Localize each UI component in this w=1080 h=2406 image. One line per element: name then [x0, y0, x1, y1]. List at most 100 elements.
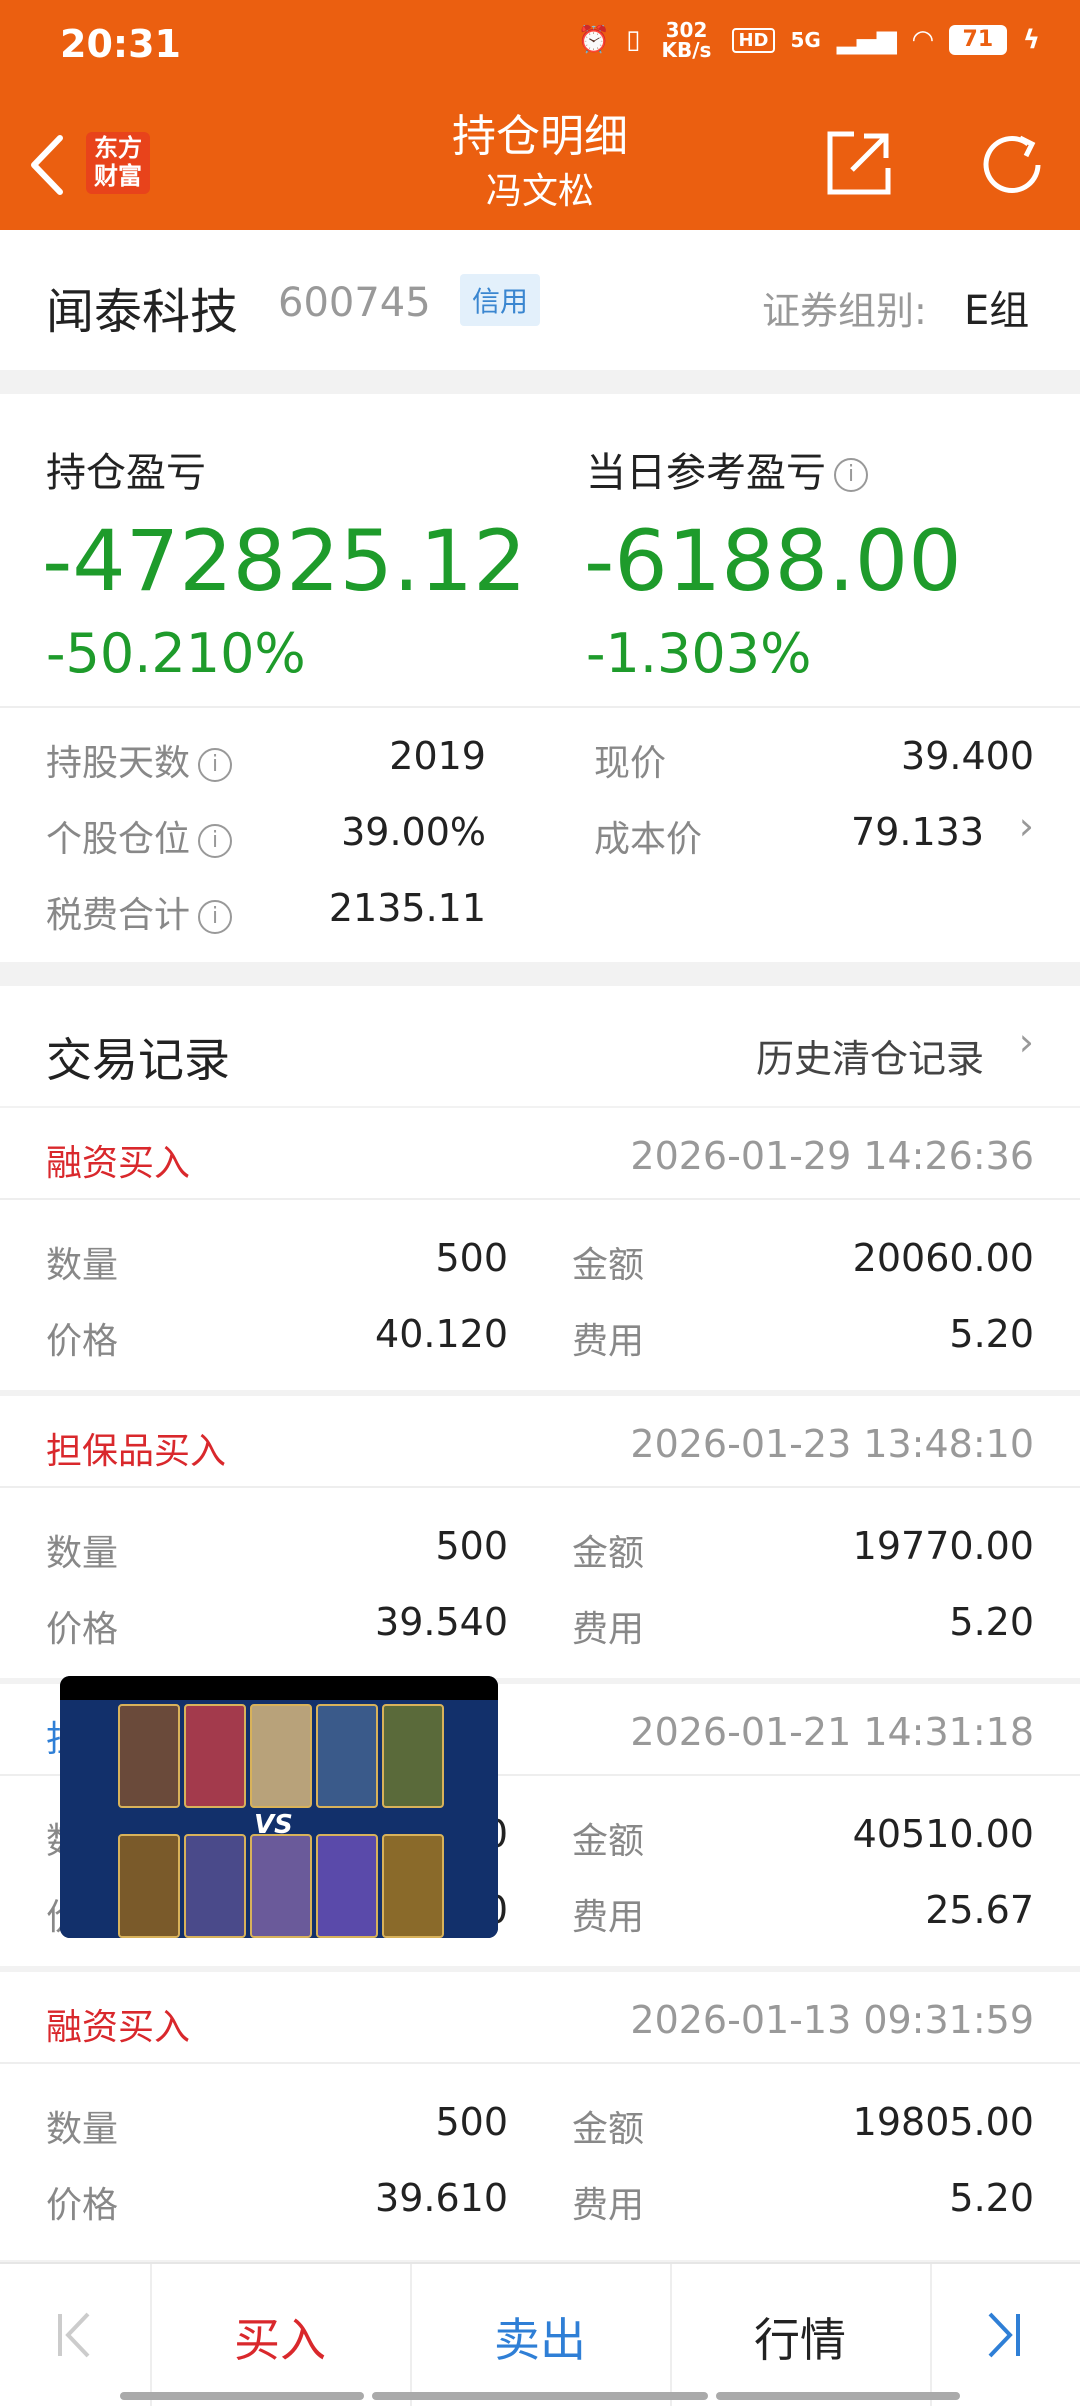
trade-record[interactable]: 融资买入 2026-01-13 09:31:59 数量 500 金额 19805…	[0, 1972, 1080, 2260]
buy-button[interactable]: 买入	[150, 2304, 410, 2370]
qty-label: 数量	[46, 2109, 119, 2150]
stock-code: 600745	[278, 280, 431, 326]
hero-card	[118, 1834, 180, 1938]
sell-button[interactable]: 卖出	[410, 2304, 670, 2370]
info-icon[interactable]: i	[834, 458, 868, 492]
trade-time: 2026-01-21 14:31:18	[630, 1710, 1034, 1754]
fee-label-text: 税费合计	[46, 895, 191, 936]
signal-icon: ▂▄▆	[836, 25, 897, 55]
info-icon[interactable]: i	[198, 748, 233, 782]
battery-level: 71	[948, 25, 1007, 55]
status-icons: ⏰ ▯ 302 KB/s HD 5G ▂▄▆ ◠ 71 ϟ	[578, 20, 1040, 60]
cost-value[interactable]: 79.133	[851, 810, 984, 854]
day-pl-label: 当日参考盈亏 i	[586, 440, 868, 498]
days-value: 2019	[389, 734, 486, 778]
amount-value: 19770.00	[852, 1524, 1034, 1568]
position-label-text: 个股仓位	[46, 819, 191, 860]
price-value: 40.120	[375, 1312, 508, 1356]
info-icon[interactable]: i	[198, 900, 233, 934]
fee-label: 费用	[572, 2185, 645, 2226]
price-value: 39.610	[375, 2176, 508, 2220]
qty-label: 数量	[46, 1533, 119, 1574]
trades-title: 交易记录	[46, 1033, 230, 1087]
fee-label: 税费合计 i	[46, 886, 233, 938]
amount-label: 金额	[572, 2109, 645, 2150]
pip-title-bar[interactable]	[60, 1676, 498, 1700]
days-label: 持股天数 i	[46, 734, 233, 786]
wifi-icon: ◠	[912, 25, 933, 55]
trade-type: 融资买入	[46, 1143, 191, 1184]
trade-time: 2026-01-13 09:31:59	[630, 1998, 1034, 2042]
account-name: 冯文松	[485, 171, 594, 212]
group-label: 证券组别:	[762, 289, 927, 333]
days-label-text: 持股天数	[46, 743, 191, 784]
amount-label: 金额	[572, 1533, 645, 1574]
alarm-icon: ⏰	[577, 25, 611, 55]
share-icon[interactable]	[824, 128, 894, 198]
history-link[interactable]: 历史清仓记录	[756, 1028, 984, 1083]
hero-card	[184, 1704, 246, 1808]
hero-card	[316, 1834, 378, 1938]
bottom-action-bar: 买入 卖出 行情	[0, 2262, 1080, 2406]
hero-card	[184, 1834, 246, 1938]
gesture-bar	[120, 2392, 364, 2400]
chevron-right-icon[interactable]: ›	[1019, 1020, 1034, 1064]
trade-type: 融资买入	[46, 2007, 191, 2048]
hero-card	[382, 1704, 444, 1808]
fee-value: 2135.11	[328, 886, 486, 930]
amount-value: 19805.00	[852, 2100, 1034, 2144]
day-pl-label-text: 当日参考盈亏	[586, 450, 826, 496]
first-page-icon[interactable]	[54, 2308, 94, 2362]
trade-record[interactable]: 融资买入 2026-01-29 14:26:36 数量 500 金额 20060…	[0, 1108, 1080, 1390]
price-label: 现价	[594, 743, 667, 784]
gesture-bar	[716, 2392, 960, 2400]
chevron-right-icon[interactable]: ›	[1019, 804, 1034, 848]
day-pl-value: -6188.00	[584, 512, 962, 610]
stock-name: 闻泰科技	[46, 284, 239, 340]
amount-label: 金额	[572, 1821, 645, 1862]
cost-label: 成本价	[594, 819, 703, 860]
qty-label: 数量	[46, 1245, 119, 1286]
price-value: 39.540	[375, 1600, 508, 1644]
market-button[interactable]: 行情	[670, 2304, 930, 2370]
day-pl-pct: -1.303%	[586, 622, 812, 685]
amount-value: 40510.00	[852, 1812, 1034, 1856]
hold-pl-pct: -50.210%	[46, 622, 306, 685]
info-icon[interactable]: i	[198, 824, 233, 858]
trade-time: 2026-01-23 13:48:10	[630, 1422, 1034, 1466]
network-type: 5G	[790, 28, 821, 52]
hero-card	[316, 1704, 378, 1808]
price-label: 价格	[46, 1609, 119, 1650]
hero-card	[118, 1704, 180, 1808]
page-title: 持仓明细	[452, 111, 628, 162]
pip-video-overlay[interactable]: VS	[60, 1676, 498, 1938]
trade-time: 2026-01-29 14:26:36	[630, 1134, 1034, 1178]
hero-card	[382, 1834, 444, 1938]
hd-icon: HD	[732, 27, 775, 53]
vibrate-icon: ▯	[626, 25, 641, 55]
hero-card	[250, 1704, 312, 1808]
fee-value: 5.20	[949, 1600, 1034, 1644]
stock-info-card: 闻泰科技 600745 信用 证券组别: E组	[0, 230, 1080, 370]
position-value: 39.00%	[341, 810, 486, 854]
price-label: 价格	[46, 1321, 119, 1362]
last-page-icon[interactable]	[984, 2308, 1024, 2362]
gesture-bar	[372, 2392, 708, 2400]
qty-value: 500	[435, 1236, 508, 1280]
fee-label: 费用	[572, 1897, 645, 1938]
amount-value: 20060.00	[852, 1236, 1034, 1280]
fee-value: 25.67	[925, 1888, 1034, 1932]
qty-value: 500	[435, 1524, 508, 1568]
refresh-icon[interactable]	[976, 128, 1050, 202]
trades-header: 交易记录 历史清仓记录 ›	[0, 986, 1080, 1106]
fee-value: 5.20	[949, 1312, 1034, 1356]
fee-label: 费用	[572, 1609, 645, 1650]
hero-card	[250, 1834, 312, 1938]
group-value: E组	[964, 288, 1030, 334]
hold-pl-label: 持仓盈亏	[46, 450, 206, 496]
position-label: 个股仓位 i	[46, 810, 233, 862]
net-speed: 302 KB/s	[661, 18, 712, 62]
hold-pl-value: -472825.12	[42, 512, 527, 610]
trade-record[interactable]: 担保品买入 2026-01-23 13:48:10 数量 500 金额 1977…	[0, 1396, 1080, 1678]
pl-summary-card: 持仓盈亏 -472825.12 -50.210% 当日参考盈亏 i -6188.0…	[0, 394, 1080, 962]
